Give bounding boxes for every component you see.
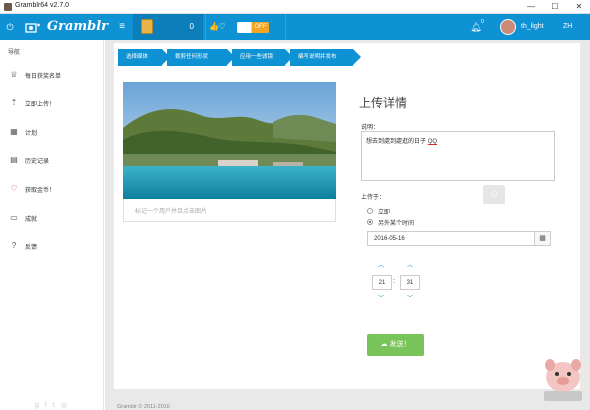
landscape-image: [123, 82, 336, 199]
sidebar-item-feedback[interactable]: ? 反馈: [0, 238, 104, 256]
step-caption-publish[interactable]: 编写说明并发布: [290, 49, 361, 66]
minute-down-chevron-icon[interactable]: ﹀: [403, 293, 417, 302]
help-icon: ?: [11, 241, 17, 250]
coin-count: 0: [189, 22, 194, 31]
minute-up-chevron-icon[interactable]: ︿: [403, 260, 417, 269]
upload-time-label: 上传于：: [361, 195, 386, 201]
auto-like-toggle[interactable]: OFF: [237, 22, 269, 33]
date-input[interactable]: 2016-05-16: [367, 231, 535, 246]
close-button[interactable]: ✕: [568, 0, 590, 13]
language-selector[interactable]: ZH: [563, 14, 572, 40]
bell-icon[interactable]: 🔔︎: [470, 14, 482, 40]
instagram-icon[interactable]: ◎: [61, 402, 73, 409]
heart-outline-icon: ♡: [218, 22, 226, 31]
achievement-icon: ▭: [10, 213, 18, 222]
divider: [285, 14, 286, 40]
sidebar-item-label: 反馈: [25, 245, 38, 251]
pig-mascot-icon: [540, 355, 586, 405]
upload-details-title: 上传详情: [359, 96, 408, 110]
footer-copyright: Gramblr © 2011-2016: [117, 404, 170, 410]
hour-up-chevron-icon[interactable]: ︿: [374, 260, 388, 269]
toggle-state: OFF: [252, 22, 269, 33]
toggle-knob: [237, 22, 252, 33]
emoji-button[interactable]: ☺: [483, 185, 505, 204]
divider: [205, 14, 206, 40]
app-icon: [4, 3, 12, 11]
sidebar-item-schedule[interactable]: ▦ 计划: [0, 124, 104, 142]
description-text: 想去到處到處逛的日子: [366, 139, 427, 145]
upload-icon: ⇡: [10, 98, 18, 107]
step-select-media[interactable]: 选择媒体: [118, 49, 170, 66]
hour-down-chevron-icon[interactable]: ﹀: [374, 293, 388, 302]
sidebar-item-label: 获取金币！: [25, 188, 56, 194]
maximize-button[interactable]: ☐: [544, 0, 566, 13]
add-photo-icon[interactable]: [23, 14, 43, 40]
sidebar-item-get-coins[interactable]: ♡ 获取金币！: [0, 181, 104, 199]
description-text-tail: QQ: [427, 139, 438, 145]
window-title: Gramblr64 v2.7.0: [15, 2, 70, 9]
username[interactable]: th_light: [521, 14, 544, 40]
coin-balance[interactable]: 0: [133, 14, 203, 40]
main-area: 选择媒体 裁剪任何形状 应用一些滤镜 编写说明并发布 标记一个用户并且点击图片 …: [105, 40, 590, 410]
description-label: 说明：: [361, 125, 380, 131]
menu-icon[interactable]: ≡: [115, 14, 129, 40]
app-logo: Gramblr: [47, 19, 109, 34]
social-links: gft◎: [35, 401, 73, 409]
facebook-icon[interactable]: f: [45, 402, 53, 409]
time-separator: :: [393, 278, 395, 285]
notification-badge: 0: [481, 19, 484, 25]
trophy-icon: ♕: [10, 70, 18, 79]
send-button[interactable]: ☁ 发送！: [367, 334, 424, 356]
calendar-icon[interactable]: ▦: [534, 231, 551, 246]
radio-other-time[interactable]: [367, 219, 373, 225]
sidebar-item-upload[interactable]: ⇡ 立即上传！: [0, 95, 104, 113]
hour-input[interactable]: 21: [372, 275, 392, 290]
sidebar-item-label: 计划: [25, 131, 38, 137]
sidebar-item-achievements[interactable]: ▭ 成就: [0, 210, 104, 228]
step-filters[interactable]: 应用一些滤镜: [232, 49, 293, 66]
radio-now-label: 立即: [378, 210, 391, 216]
tag-user-hint[interactable]: 标记一个用户并且点击图片: [123, 199, 336, 222]
sidebar-item-label: 每日获奖名单: [25, 74, 62, 80]
sidebar-item-history[interactable]: ▤ 历史记录: [0, 152, 104, 170]
sidebar-item-label: 成就: [25, 217, 38, 223]
window-titlebar: Gramblr64 v2.7.0 — ☐ ✕: [0, 0, 590, 14]
history-icon: ▤: [10, 155, 18, 164]
minimize-button[interactable]: —: [520, 0, 542, 13]
sidebar-item-daily-winners[interactable]: ♕ 每日获奖名单: [0, 67, 104, 85]
power-icon[interactable]: ⏻: [3, 14, 17, 40]
thumbs-icon: 👍: [209, 22, 219, 31]
step-crop[interactable]: 裁剪任何形状: [167, 49, 235, 66]
description-textarea[interactable]: 想去到處到處逛的日子 QQ: [361, 131, 555, 181]
preview-photo[interactable]: [123, 82, 336, 199]
calendar-icon: ▦: [10, 127, 18, 136]
sidebar-title: 导航: [8, 50, 21, 56]
heart-icon: ♡: [10, 184, 18, 193]
send-label: 发送！: [389, 341, 411, 348]
upload-card: 选择媒体 裁剪任何形状 应用一些滤镜 编写说明并发布 标记一个用户并且点击图片 …: [114, 43, 580, 389]
twitter-icon[interactable]: t: [53, 402, 61, 409]
minute-input[interactable]: 31: [400, 275, 420, 290]
avatar[interactable]: [500, 19, 516, 35]
top-app-bar: ⏻ Gramblr ≡ 0 👍 ♡ OFF 🔔︎ 0 th_light ZH: [0, 14, 590, 40]
coin-stack-icon: [141, 19, 153, 34]
radio-other-time-label: 另外某个时间: [378, 221, 415, 227]
google-plus-icon[interactable]: g: [35, 402, 45, 409]
sidebar-item-label: 立即上传！: [25, 102, 56, 108]
sidebar-item-label: 历史记录: [25, 159, 50, 165]
radio-now[interactable]: [367, 208, 373, 214]
sidebar: 导航 ♕ 每日获奖名单 ⇡ 立即上传！ ▦ 计划 ▤ 历史记录 ♡ 获取金币！ …: [0, 40, 104, 410]
